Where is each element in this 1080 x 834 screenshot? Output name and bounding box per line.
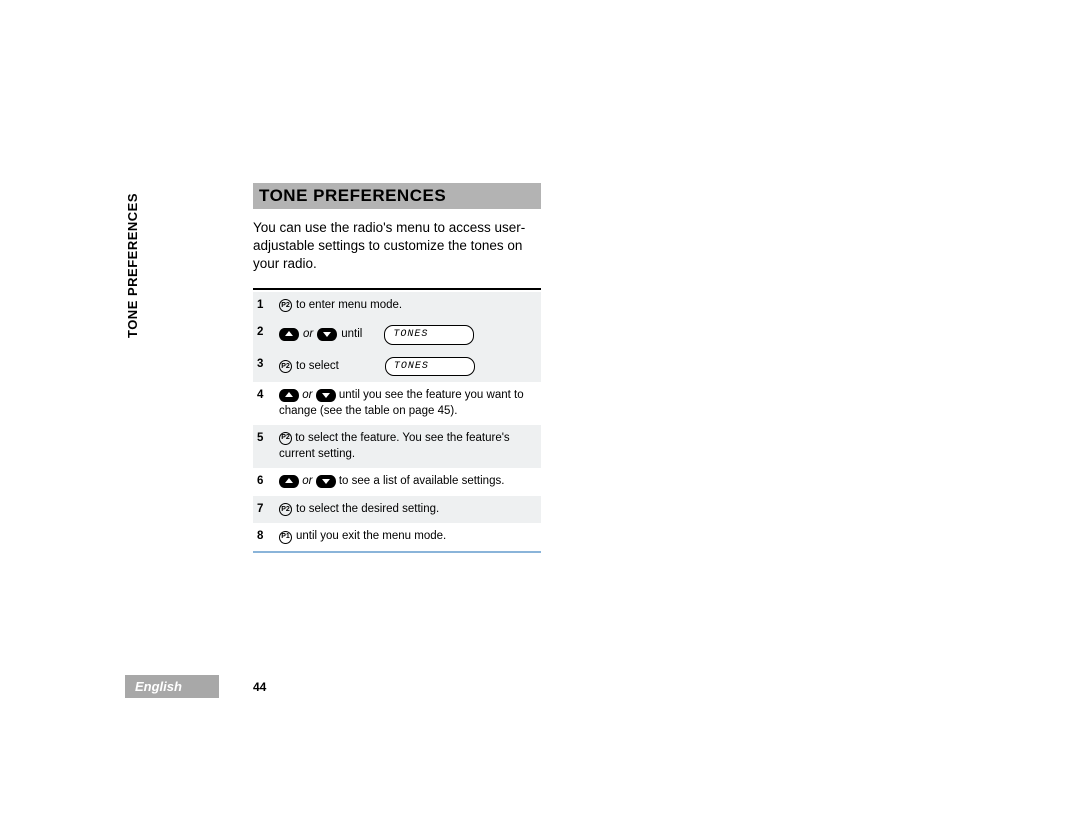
step-number: 3 <box>253 357 279 373</box>
step-text: to see a list of available settings. <box>339 475 505 487</box>
step-text: until you exit the menu mode. <box>296 529 446 545</box>
nav-down-icon <box>316 389 336 402</box>
or-text: or <box>303 327 313 343</box>
step-row: 2 or until TONES <box>253 319 541 351</box>
content-column: TONE PREFERENCES You can use the radio's… <box>253 183 541 553</box>
step-body: P2 to select the desired setting. <box>279 502 541 518</box>
section-heading: TONE PREFERENCES <box>253 183 541 209</box>
step-number: 6 <box>253 474 279 490</box>
side-tab-label: TONE PREFERENCES <box>125 193 140 338</box>
step-body: or to see a list of available settings. <box>279 474 541 490</box>
step-number: 4 <box>253 388 279 404</box>
step-body: P2 to select TONES <box>279 357 541 377</box>
step-body: or until you see the feature you want to… <box>279 388 541 419</box>
display-readout: TONES <box>385 357 475 377</box>
language-tab: English <box>125 675 219 698</box>
nav-up-icon <box>279 389 299 402</box>
p2-button-icon: P2 <box>279 432 292 445</box>
until-text: until <box>341 327 362 343</box>
step-row: 3 P2 to select TONES <box>253 351 541 383</box>
step-number: 2 <box>253 325 279 341</box>
step-number: 8 <box>253 529 279 545</box>
p2-button-icon: P2 <box>279 360 292 373</box>
p1-button-icon: P1 <box>279 531 292 544</box>
step-text: to select the desired setting. <box>296 502 439 518</box>
step-body: P2 to enter menu mode. <box>279 298 541 314</box>
nav-down-icon <box>317 328 337 341</box>
step-number: 5 <box>253 431 279 447</box>
or-text: or <box>302 475 312 487</box>
step-text: to select <box>296 359 339 375</box>
p2-button-icon: P2 <box>279 299 292 312</box>
steps-table: 1 P2 to enter menu mode. 2 or until TONE… <box>253 288 541 553</box>
step-text: to enter menu mode. <box>296 298 402 314</box>
nav-up-icon <box>279 475 299 488</box>
intro-paragraph: You can use the radio's menu to access u… <box>253 219 541 274</box>
nav-up-icon <box>279 328 299 341</box>
step-row: 5 P2 to select the feature. You see the … <box>253 425 541 468</box>
step-body: P1 until you exit the menu mode. <box>279 529 541 545</box>
manual-page: TONE PREFERENCES TONE PREFERENCES You ca… <box>125 183 555 553</box>
step-row: 1 P2 to enter menu mode. <box>253 292 541 320</box>
step-row: 8 P1 until you exit the menu mode. <box>253 523 541 551</box>
step-row: 4 or until you see the feature you want … <box>253 382 541 425</box>
display-readout: TONES <box>384 325 474 345</box>
step-number: 7 <box>253 502 279 518</box>
step-body: or until TONES <box>279 325 541 345</box>
step-row: 7 P2 to select the desired setting. <box>253 496 541 524</box>
nav-down-icon <box>316 475 336 488</box>
page-number: 44 <box>253 680 266 694</box>
p2-button-icon: P2 <box>279 503 292 516</box>
or-text: or <box>302 389 312 401</box>
step-number: 1 <box>253 298 279 314</box>
step-body: P2 to select the feature. You see the fe… <box>279 431 541 462</box>
step-text: to select the feature. You see the featu… <box>279 432 510 460</box>
step-row: 6 or to see a list of available settings… <box>253 468 541 496</box>
